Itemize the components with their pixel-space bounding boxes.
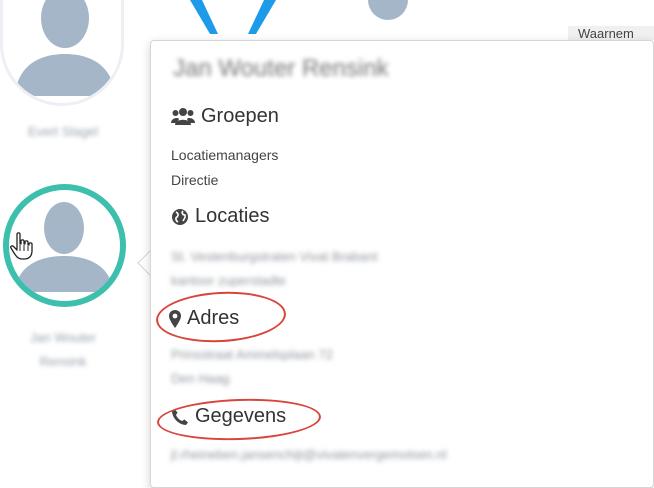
avatar-evert[interactable] [0,0,124,106]
popover-title: Jan Wouter Rensink [173,55,389,82]
address-line: Prinsstraat Ammelsplaan 72 [171,347,333,362]
user-silhouette-icon [358,0,418,36]
locaties-heading: Locaties [171,205,270,228]
user-silhouette-icon [15,0,115,96]
groepen-heading: Groepen [171,105,279,128]
hand-cursor-icon [10,232,33,260]
group-item: Locatiemanagers [171,147,279,163]
company-logo [188,0,278,36]
users-icon [171,107,195,125]
address-line: Den Haag [171,371,230,386]
globe-icon [172,208,188,225]
email-link[interactable]: jl.rheineben.jansenchijt@vivatenvergemot… [171,443,447,466]
location-item: kantoor zuperstadte [171,273,286,288]
group-list: Locatiemanagers Directie [171,143,278,193]
person-name: Evert Slagel [27,124,99,139]
column-label: Waarnem [568,26,654,40]
person-name: Jan Wouter Rensink [29,330,97,369]
location-item: St. Vestenburgstraten Vivat Brabant [171,249,378,264]
group-item: Directie [171,172,219,188]
